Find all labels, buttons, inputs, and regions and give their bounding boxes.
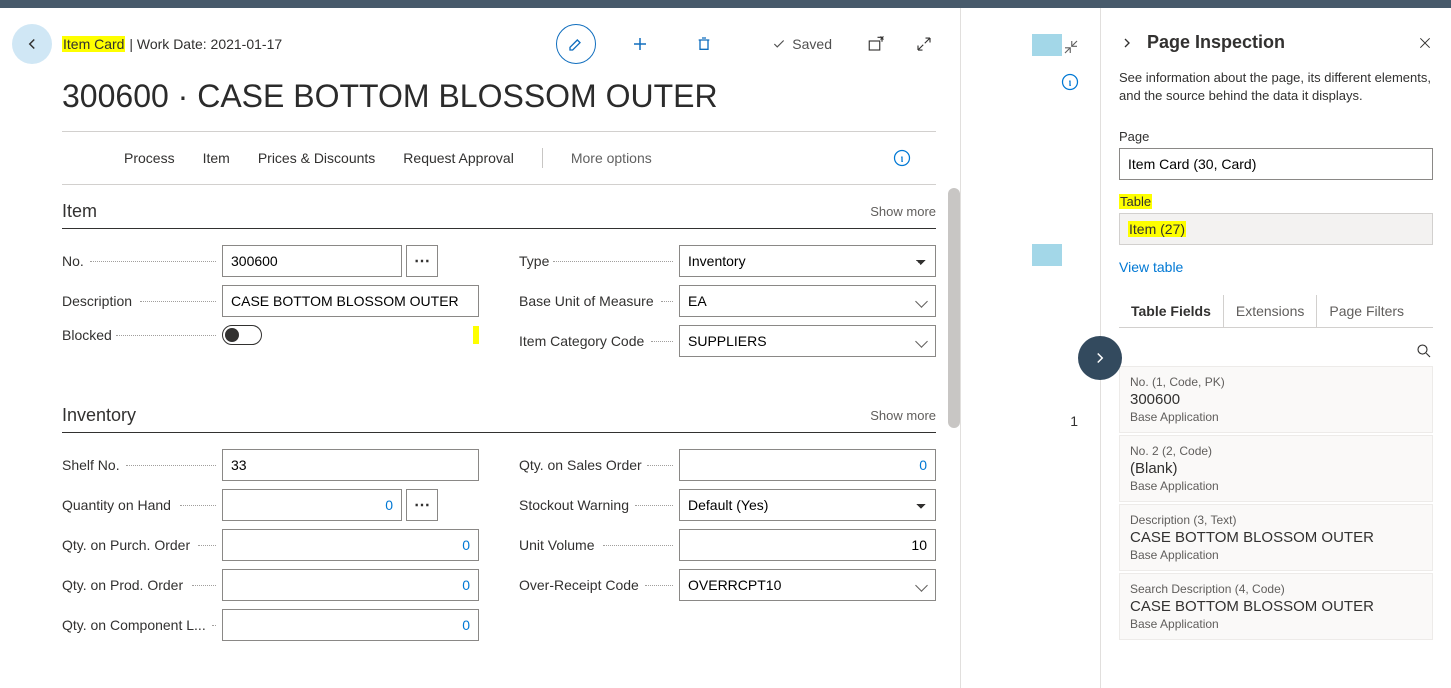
tab-page-filters[interactable]: Page Filters: [1317, 295, 1416, 327]
inspector-chevron-icon[interactable]: [1119, 35, 1135, 51]
lookup-no[interactable]: ⋯: [406, 245, 438, 277]
action-item[interactable]: Item: [203, 150, 230, 166]
background-selection2: [1032, 244, 1062, 266]
input-qcomp[interactable]: [222, 609, 479, 641]
action-request[interactable]: Request Approval: [403, 150, 514, 166]
info-icon[interactable]: [892, 148, 912, 168]
share-button[interactable]: [864, 32, 888, 56]
inspector-page-value: [1119, 148, 1433, 180]
breadcrumb: Item Card | Work Date: 2021-01-17: [62, 36, 282, 52]
inspector-page-label: Page: [1119, 129, 1433, 144]
delete-button[interactable]: [684, 24, 724, 64]
field-entry[interactable]: Description (3, Text) CASE BOTTOM BLOSSO…: [1119, 504, 1433, 571]
toggle-blocked[interactable]: [222, 325, 262, 345]
highlight-marker: [473, 326, 479, 344]
field-entry[interactable]: Search Description (4, Code) CASE BOTTOM…: [1119, 573, 1433, 640]
input-shelf[interactable]: [222, 449, 479, 481]
input-uvol[interactable]: [679, 529, 936, 561]
action-more[interactable]: More options: [571, 150, 652, 166]
view-table-link[interactable]: View table: [1119, 259, 1183, 275]
background-number: 1: [1070, 413, 1078, 429]
action-prices[interactable]: Prices & Discounts: [258, 150, 375, 166]
field-entry[interactable]: No. 2 (2, Code) (Blank) Base Application: [1119, 435, 1433, 502]
label-desc: Description: [62, 293, 222, 309]
select-stockout[interactable]: Default (Yes): [679, 489, 936, 521]
input-overrcpt[interactable]: [679, 569, 936, 601]
inspector-table-value: Item (27): [1119, 213, 1433, 245]
label-blocked: Blocked: [62, 327, 222, 343]
input-uom[interactable]: [679, 285, 936, 317]
label-uvol: Unit Volume: [519, 537, 679, 553]
select-type[interactable]: Inventory: [679, 245, 936, 277]
label-cat: Item Category Code: [519, 333, 679, 349]
new-button[interactable]: [620, 24, 660, 64]
label-overrcpt: Over-Receipt Code: [519, 577, 679, 593]
lookup-qoh[interactable]: ⋯: [406, 489, 438, 521]
expand-button[interactable]: [912, 32, 936, 56]
tab-table-fields[interactable]: Table Fields: [1119, 295, 1224, 327]
showmore-inventory[interactable]: Show more: [870, 408, 936, 423]
input-qso[interactable]: [679, 449, 936, 481]
inspector-title: Page Inspection: [1147, 32, 1285, 53]
input-qprod[interactable]: [222, 569, 479, 601]
close-icon[interactable]: [1417, 35, 1433, 51]
back-button[interactable]: [12, 24, 52, 64]
background-selection: [1032, 34, 1062, 56]
label-type: Type: [519, 253, 679, 269]
input-qpo[interactable]: [222, 529, 479, 561]
showmore-item[interactable]: Show more: [870, 204, 936, 219]
label-qoh: Quantity on Hand: [62, 497, 222, 513]
label-uom: Base Unit of Measure: [519, 293, 679, 309]
section-title-inventory: Inventory: [62, 405, 136, 426]
label-stockout: Stockout Warning: [519, 497, 679, 513]
label-shelf: Shelf No.: [62, 457, 222, 473]
label-qpo: Qty. on Purch. Order: [62, 537, 222, 553]
input-qoh[interactable]: [222, 489, 402, 521]
action-process[interactable]: Process: [124, 150, 175, 166]
inspector-description: See information about the page, its diff…: [1119, 69, 1433, 105]
factbox-info-icon[interactable]: [1060, 72, 1080, 92]
scrollbar[interactable]: [948, 188, 960, 428]
label-no: No.: [62, 253, 222, 269]
label-qprod: Qty. on Prod. Order: [62, 577, 222, 593]
label-qso: Qty. on Sales Order: [519, 457, 679, 473]
input-no[interactable]: [222, 245, 402, 277]
work-date: Work Date: 2021-01-17: [137, 36, 282, 52]
saved-indicator: Saved: [772, 36, 832, 52]
search-icon[interactable]: [1415, 342, 1433, 360]
field-entry[interactable]: No. (1, Code, PK) 300600 Base Applicatio…: [1119, 366, 1433, 433]
edit-button[interactable]: [556, 24, 596, 64]
inspector-table-label: Table: [1119, 194, 1433, 209]
section-title-item: Item: [62, 201, 97, 222]
page-crumb: Item Card: [62, 36, 125, 52]
label-qcomp: Qty. on Component L...: [62, 617, 222, 633]
page-title: 300600 · CASE BOTTOM BLOSSOM OUTER: [0, 72, 960, 131]
input-cat[interactable]: [679, 325, 936, 357]
tab-extensions[interactable]: Extensions: [1224, 295, 1317, 327]
input-desc[interactable]: [222, 285, 479, 317]
nav-next-button[interactable]: [1078, 336, 1122, 380]
minimize-icon[interactable]: [1062, 38, 1080, 56]
